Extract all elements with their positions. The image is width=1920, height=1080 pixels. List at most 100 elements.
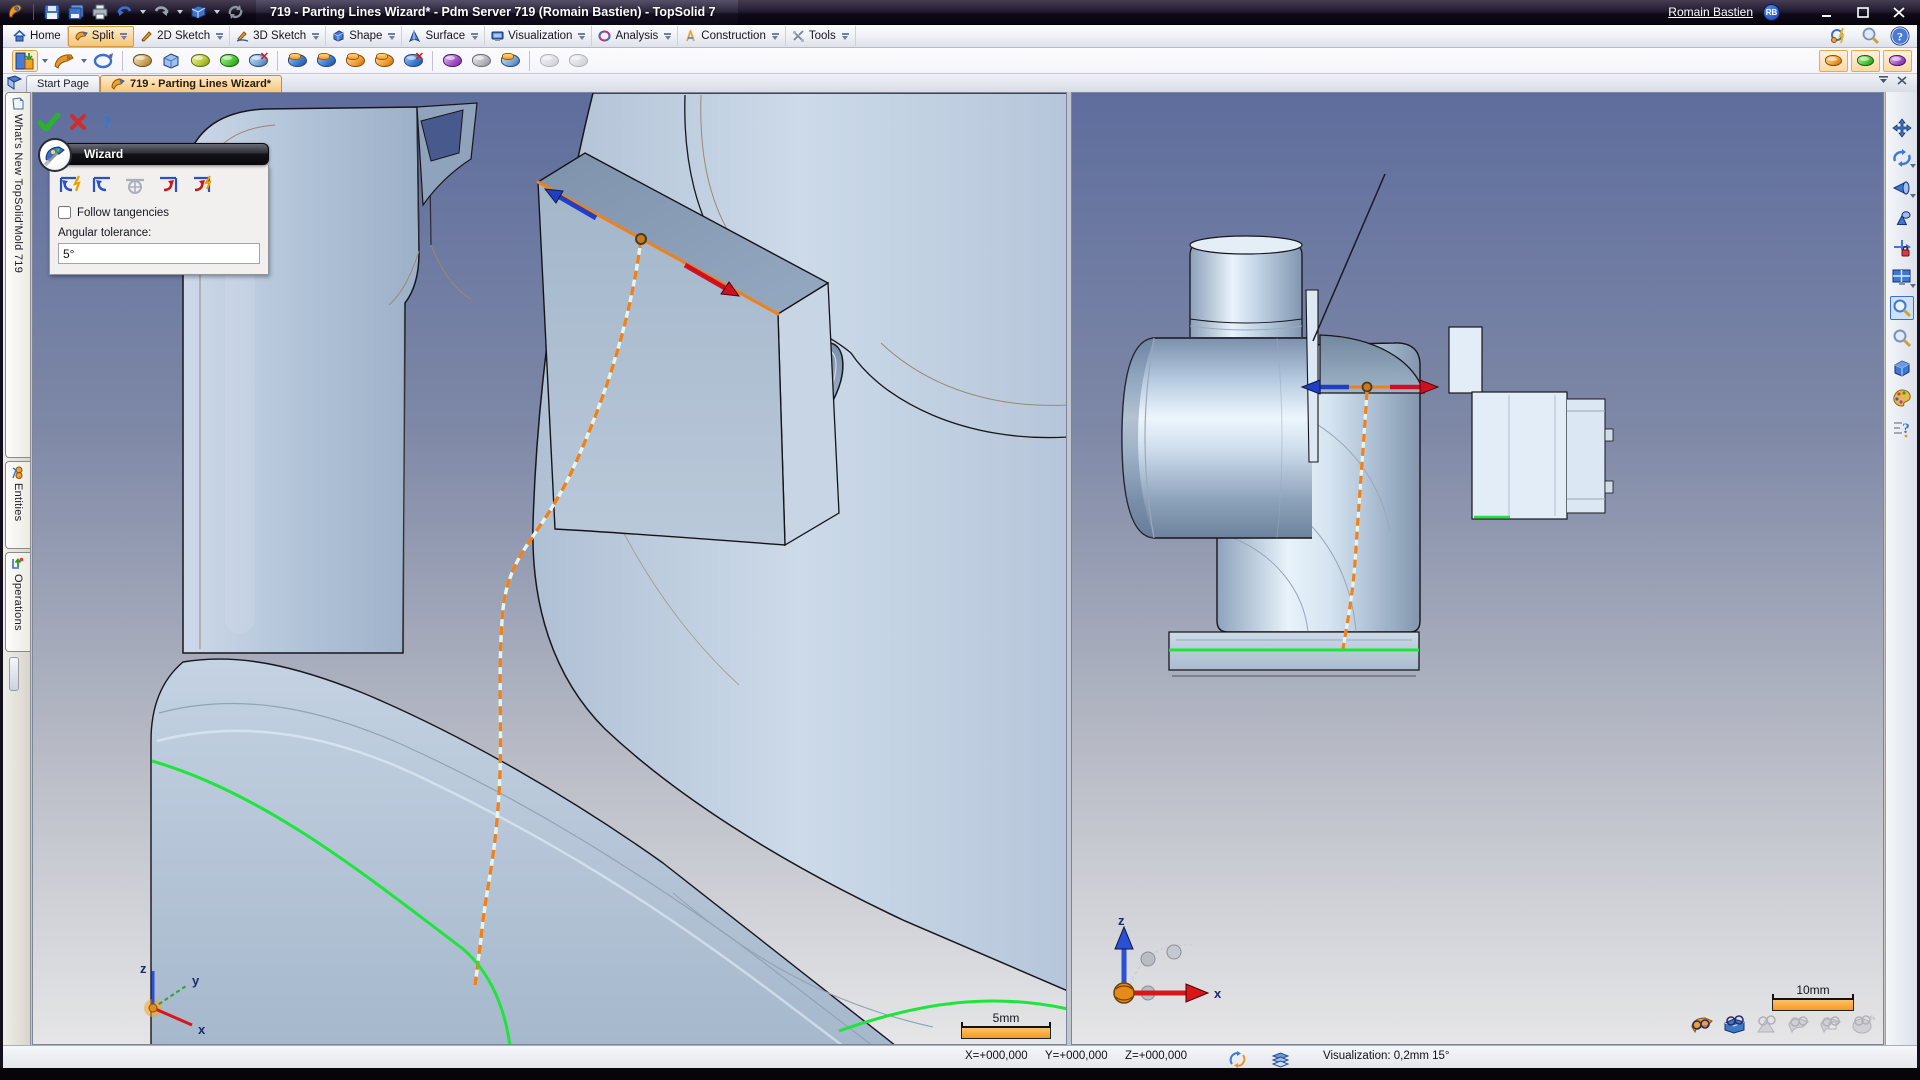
toolbar-stamp-2-icon[interactable] [565, 50, 591, 72]
menu-visualization[interactable]: Visualization [485, 26, 592, 46]
toolbar-delete-face-icon[interactable] [245, 50, 271, 72]
menu-analysis[interactable]: Analysis [592, 26, 678, 46]
menu-tools-caret-icon[interactable] [842, 33, 849, 40]
undo-icon[interactable] [115, 3, 133, 21]
window-title-tab[interactable]: 719 - Parting Lines Wizard* - Pdm Server… [256, 0, 738, 25]
toolbar-mold-part-3-icon[interactable] [342, 50, 368, 72]
wizard-header[interactable]: Wizard [49, 143, 269, 165]
view-cone-icon[interactable] [1890, 176, 1914, 200]
layers-status-icon[interactable] [1271, 1050, 1290, 1069]
menu-home[interactable]: Home [7, 26, 68, 46]
sidebar-splitter-handle[interactable] [9, 657, 19, 691]
help-question-icon[interactable]: ? [96, 111, 118, 133]
follow-tangencies-checkbox[interactable] [58, 206, 71, 219]
refresh-icon[interactable] [226, 3, 244, 21]
user-account-link[interactable]: Romain Bastien [1668, 5, 1753, 19]
palette-icon[interactable] [1890, 386, 1914, 410]
propagate-backward-auto-icon[interactable] [58, 173, 84, 197]
maximize-button[interactable] [1850, 4, 1876, 21]
menu-2d-sketch[interactable]: 2D Sketch [134, 26, 230, 46]
viewport-left[interactable]: ? Wizard [32, 92, 1067, 1045]
save-all-icon[interactable] [67, 3, 85, 21]
visibility-gray-1-icon[interactable] [1754, 1013, 1779, 1035]
follow-tangencies-row[interactable]: Follow tangencies [58, 206, 260, 219]
tab-parting-lines-wizard[interactable]: 719 - Parting Lines Wizard* [100, 75, 282, 92]
menu-2d-sketch-caret-icon[interactable] [216, 33, 223, 40]
toolbar-mold-part-4-icon[interactable] [371, 50, 397, 72]
menu-visualization-caret-icon[interactable] [578, 33, 585, 40]
menu-surface[interactable]: Surface [402, 26, 485, 46]
menu-3d-sketch-caret-icon[interactable] [312, 33, 319, 40]
user-avatar[interactable]: RB [1763, 4, 1780, 21]
menu-tools[interactable]: Tools [786, 26, 856, 46]
rotation-status-icon[interactable] [1228, 1050, 1247, 1069]
toolbar-block-shape-icon[interactable] [158, 50, 184, 72]
view-style-icon[interactable] [189, 3, 207, 21]
model-view-right[interactable] [1072, 93, 1884, 1045]
toolbar-stamp-1-icon[interactable] [536, 50, 562, 72]
magnifier-icon[interactable] [1859, 26, 1881, 46]
tab-list-icon[interactable] [1879, 72, 1890, 90]
search-flash-icon[interactable] [1829, 26, 1851, 46]
close-button[interactable] [1886, 4, 1912, 21]
visibility-gray-3-icon[interactable] [1818, 1013, 1843, 1035]
step-backward-icon[interactable] [90, 173, 116, 197]
axis-lock-icon[interactable] [1890, 236, 1914, 260]
parting-point-marker[interactable] [636, 234, 646, 244]
toolbar-purple-part-icon[interactable] [439, 50, 465, 72]
visibility-gray-2-icon[interactable] [1786, 1013, 1811, 1035]
zoom-icon[interactable] [1890, 326, 1914, 350]
toolbar-core-shape-icon[interactable] [187, 50, 213, 72]
confirm-check-icon[interactable] [38, 111, 60, 133]
toolbar-pin-part-icon[interactable] [497, 50, 523, 72]
context-help-icon[interactable]: ? [1890, 416, 1914, 440]
save-icon[interactable] [43, 3, 61, 21]
filter-orange-icon[interactable] [1819, 50, 1848, 72]
view-camera-icon[interactable] [1890, 206, 1914, 230]
angular-tolerance-input[interactable] [58, 243, 260, 264]
orbit-icon[interactable] [1890, 146, 1914, 170]
tab-start-page[interactable]: Start Page [26, 75, 100, 92]
toolbar-rotate-angle-icon[interactable]: x [90, 50, 116, 72]
model-base-right[interactable] [1169, 632, 1419, 676]
propagate-forward-auto-icon[interactable] [186, 173, 212, 197]
cancel-cross-icon[interactable] [67, 111, 89, 133]
menu-split-caret-icon[interactable] [120, 33, 127, 40]
model-cylinder-horizontal[interactable] [1122, 338, 1312, 538]
undo-caret-icon[interactable] [140, 10, 146, 14]
step-forward-icon[interactable] [154, 173, 180, 197]
help-icon[interactable]: ? [1889, 26, 1911, 46]
visibility-gray-4-icon[interactable]: % [1850, 1013, 1875, 1035]
render-cube-icon[interactable] [1890, 356, 1914, 380]
redo-icon[interactable] [152, 3, 170, 21]
model-cylinder-vertical[interactable] [1190, 236, 1302, 337]
toolbar-wizard-swoosh-icon[interactable] [51, 50, 77, 72]
viewport-layout-icon[interactable] [1890, 266, 1914, 290]
menu-analysis-caret-icon[interactable] [664, 33, 671, 40]
menu-3d-sketch[interactable]: 3D Sketch [230, 26, 326, 46]
visibility-blue-icon[interactable] [1722, 1013, 1747, 1035]
menu-shape-caret-icon[interactable] [388, 33, 395, 40]
menu-surface-caret-icon[interactable] [471, 33, 478, 40]
sidebar-tab-entities[interactable]: Entities [5, 461, 30, 549]
menu-split[interactable]: Split [68, 26, 134, 47]
print-icon[interactable] [91, 3, 109, 21]
toolbar-mold-part-1-icon[interactable] [284, 50, 310, 72]
minimize-button[interactable] [1814, 4, 1840, 21]
toolbar-mold-part-5-icon[interactable] [400, 50, 426, 72]
toolbar-cavity-shape-icon[interactable] [216, 50, 242, 72]
toolbar-new-layout-icon[interactable] [12, 50, 38, 72]
filter-pink-icon[interactable] [1883, 50, 1912, 72]
tab-close-icon[interactable] [1897, 72, 1907, 90]
toolbar-wizard-caret-icon[interactable] [81, 59, 87, 63]
sidebar-tab-operations[interactable]: Operations [5, 552, 30, 652]
menu-shape[interactable]: Shape [326, 26, 402, 46]
toolbar-gray-part-icon[interactable] [468, 50, 494, 72]
sidebar-tab-whats-new[interactable]: What's New TopSolid'Mold 719 [5, 92, 30, 458]
menu-construction[interactable]: Construction [678, 26, 786, 46]
filter-green-icon[interactable] [1851, 50, 1880, 72]
pan-icon[interactable] [1890, 116, 1914, 140]
toolbar-gold-swoosh-icon[interactable] [129, 50, 155, 72]
toolbar-mold-part-2-icon[interactable] [313, 50, 339, 72]
anchor-point-icon[interactable] [122, 173, 148, 197]
